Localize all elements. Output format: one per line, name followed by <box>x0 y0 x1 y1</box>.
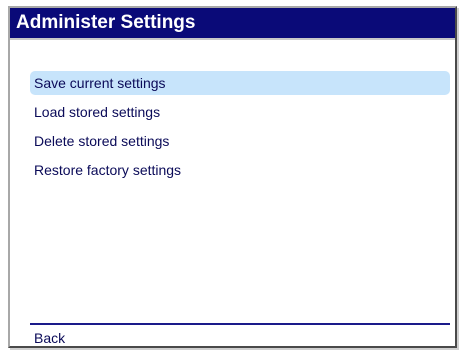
menu-item-delete-stored-settings[interactable]: Delete stored settings <box>30 129 450 153</box>
menu-item-restore-factory-settings[interactable]: Restore factory settings <box>30 158 450 182</box>
back-button[interactable]: Back <box>34 329 65 347</box>
dialog-title: Administer Settings <box>10 8 455 40</box>
menu-item-load-stored-settings[interactable]: Load stored settings <box>30 100 450 124</box>
menu-item-save-current-settings[interactable]: Save current settings <box>30 71 450 95</box>
settings-dialog: Administer Settings Save current setting… <box>8 6 457 348</box>
footer-divider <box>30 323 450 325</box>
settings-menu: Save current settings Load stored settin… <box>30 71 450 187</box>
